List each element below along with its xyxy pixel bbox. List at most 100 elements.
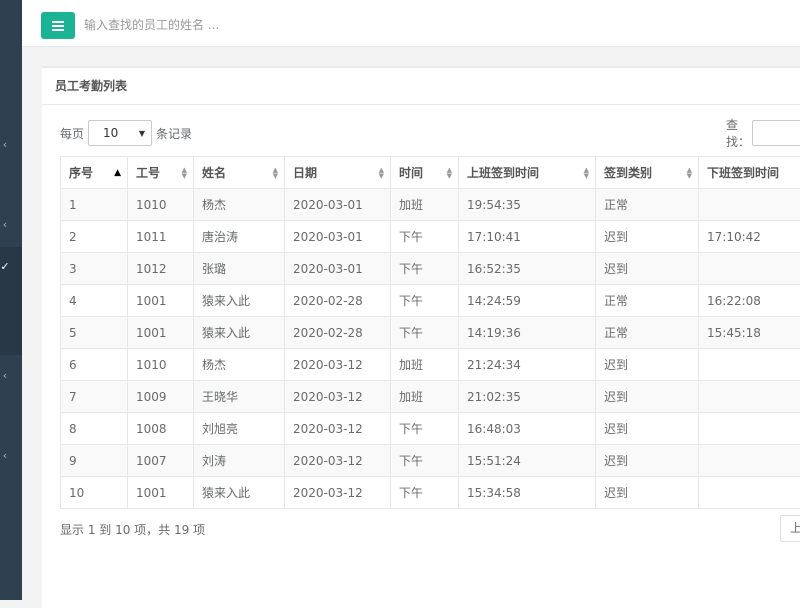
table-cell — [699, 413, 800, 445]
table-filter-input[interactable] — [752, 120, 800, 146]
table-cell: 1009 — [128, 381, 194, 413]
table-cell: 正常 — [596, 189, 699, 221]
table-cell: 迟到 — [596, 413, 699, 445]
table-cell: 1 — [61, 189, 128, 221]
table-cell: 下午 — [391, 413, 459, 445]
table-cell: 14:24:59 — [459, 285, 596, 317]
table-cell: 17:10:42 — [699, 221, 800, 253]
table-cell: 下午 — [391, 445, 459, 477]
table-cell: 下午 — [391, 253, 459, 285]
table-cell: 张璐 — [194, 253, 285, 285]
column-header-employee-id[interactable]: 工号▲▼ — [128, 157, 194, 189]
table-cell: 6 — [61, 349, 128, 381]
column-header-date[interactable]: 日期▲▼ — [285, 157, 391, 189]
table-row[interactable]: 21011唐治涛2020-03-01下午17:10:41迟到17:10:42 — [61, 221, 800, 253]
sort-icon: ▲▼ — [273, 167, 278, 179]
table-row[interactable]: 81008刘旭亮2020-03-12下午16:48:03迟到 — [61, 413, 800, 445]
column-header-time[interactable]: 时间▲▼ — [391, 157, 459, 189]
chevron-left-icon[interactable]: ‹ — [0, 370, 10, 382]
table-cell: 正常 — [596, 317, 699, 349]
table-cell: 唐治涛 — [194, 221, 285, 253]
table-cell: 2020-03-01 — [285, 253, 391, 285]
table-cell: 9 — [61, 445, 128, 477]
table-row[interactable]: 31012张璐2020-03-01下午16:52:35迟到 — [61, 253, 800, 285]
table-row[interactable]: 71009王晓华2020-03-12加班21:02:35迟到 — [61, 381, 800, 413]
table-cell: 1007 — [128, 445, 194, 477]
table-row[interactable]: 91007刘涛2020-03-12下午15:51:24迟到 — [61, 445, 800, 477]
table-cell: 16:48:03 — [459, 413, 596, 445]
table-cell: 17:10:41 — [459, 221, 596, 253]
table-cell: 刘旭亮 — [194, 413, 285, 445]
attendance-table: 序号▲ 工号▲▼ 姓名▲▼ 日期▲▼ 时间▲▼ 上班签到时间▲▼ 签到类别▲▼ … — [60, 156, 800, 509]
table-cell: 2020-03-12 — [285, 477, 391, 509]
table-cell: 15:51:24 — [459, 445, 596, 477]
page-length-prefix: 每页 — [60, 125, 84, 142]
column-header-name[interactable]: 姓名▲▼ — [194, 157, 285, 189]
sidebar: ‹ ‹ ✓ ‹ ‹ — [0, 0, 22, 600]
table-info: 显示 1 到 10 项，共 19 项 — [60, 521, 205, 538]
table-cell: 猿来入此 — [194, 317, 285, 349]
table-cell: 迟到 — [596, 349, 699, 381]
table-cell: 2020-03-01 — [285, 189, 391, 221]
table-body: 11010杨杰2020-03-01加班19:54:35正常21011唐治涛202… — [61, 189, 800, 509]
table-cell: 1001 — [128, 285, 194, 317]
hamburger-icon[interactable] — [41, 12, 75, 39]
chevron-left-icon[interactable]: ‹ — [0, 139, 10, 151]
table-cell: 8 — [61, 413, 128, 445]
table-row[interactable]: 41001猿来入此2020-02-28下午14:24:59正常16:22:08 — [61, 285, 800, 317]
table-cell — [699, 445, 800, 477]
table-cell: 1011 — [128, 221, 194, 253]
page-length-select[interactable]: 10 ▼ — [88, 120, 152, 146]
column-header-check-in-type[interactable]: 签到类别▲▼ — [596, 157, 699, 189]
table-cell: 2 — [61, 221, 128, 253]
panel-title: 员工考勤列表 — [42, 68, 800, 105]
table-cell: 猿来入此 — [194, 477, 285, 509]
table-cell: 2020-02-28 — [285, 285, 391, 317]
chevron-left-icon[interactable]: ‹ — [0, 450, 10, 462]
column-header-index[interactable]: 序号▲ — [61, 157, 128, 189]
table-cell: 2020-03-01 — [285, 221, 391, 253]
table-cell: 2020-03-12 — [285, 413, 391, 445]
table-cell: 下午 — [391, 477, 459, 509]
table-cell: 加班 — [391, 189, 459, 221]
table-row[interactable]: 51001猿来入此2020-02-28下午14:19:36正常15:45:18 — [61, 317, 800, 349]
sort-icon: ▲▼ — [584, 167, 589, 179]
table-cell: 1008 — [128, 413, 194, 445]
table-cell — [699, 189, 800, 221]
check-icon[interactable]: ✓ — [0, 261, 10, 273]
table-cell: 下午 — [391, 221, 459, 253]
table-cell: 下午 — [391, 285, 459, 317]
table-row[interactable]: 61010杨杰2020-03-12加班21:24:34迟到 — [61, 349, 800, 381]
column-header-check-in-time[interactable]: 上班签到时间▲▼ — [459, 157, 596, 189]
table-cell: 2020-02-28 — [285, 317, 391, 349]
chevron-left-icon[interactable]: ‹ — [0, 219, 10, 231]
table-cell: 2020-03-12 — [285, 445, 391, 477]
page-length-suffix: 条记录 — [156, 125, 192, 142]
table-row[interactable]: 101001猿来入此2020-03-12下午15:34:58迟到 — [61, 477, 800, 509]
table-cell: 杨杰 — [194, 189, 285, 221]
table-filter: 查找： — [726, 119, 800, 147]
employee-search-input[interactable] — [82, 13, 386, 37]
table-cell: 1012 — [128, 253, 194, 285]
table-cell — [699, 381, 800, 413]
table-cell: 2020-03-12 — [285, 381, 391, 413]
table-cell — [699, 349, 800, 381]
table-cell — [699, 477, 800, 509]
table-cell: 4 — [61, 285, 128, 317]
top-navbar — [22, 0, 800, 47]
column-header-check-out-time[interactable]: 下班签到时间 — [699, 157, 800, 189]
prev-page-button[interactable]: 上 — [780, 515, 800, 542]
table-cell: 加班 — [391, 349, 459, 381]
table-row[interactable]: 11010杨杰2020-03-01加班19:54:35正常 — [61, 189, 800, 221]
table-cell: 15:34:58 — [459, 477, 596, 509]
table-cell: 迟到 — [596, 445, 699, 477]
table-cell: 21:24:34 — [459, 349, 596, 381]
sort-icon: ▲▼ — [182, 167, 187, 179]
attendance-panel: 员工考勤列表 每页 10 ▼ 条记录 查找： 序号▲ 工号▲▼ 姓名▲▼ 日期▲… — [42, 66, 800, 608]
table-cell: 猿来入此 — [194, 285, 285, 317]
table-cell: 加班 — [391, 381, 459, 413]
table-cell: 15:45:18 — [699, 317, 800, 349]
table-cell: 迟到 — [596, 253, 699, 285]
page-length-value: 10 — [103, 126, 118, 140]
sort-icon: ▲▼ — [687, 167, 692, 179]
